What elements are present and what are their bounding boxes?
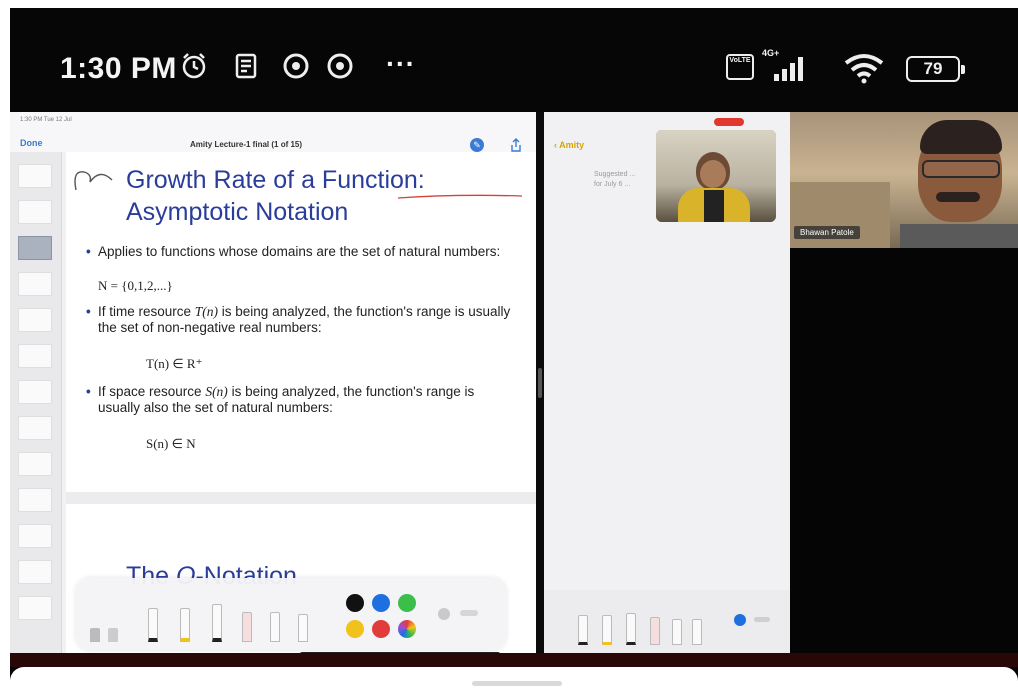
notes-markup-toolbar (544, 590, 790, 653)
bottom-sheet-handle[interactable] (472, 681, 562, 686)
pen-tool[interactable] (578, 615, 588, 645)
page-thumbnail[interactable] (18, 344, 52, 368)
red-underline-annotation (397, 194, 523, 199)
undo-icon[interactable] (90, 628, 100, 642)
bullet-2-math: T(n) ∈ R⁺ (146, 356, 203, 371)
page-thumbnail[interactable] (18, 452, 52, 476)
bullet-1-math: N = {0,1,2,...} (98, 278, 173, 293)
color-swatch-green[interactable] (398, 594, 416, 612)
signal-icon (774, 57, 803, 81)
participant-glasses (922, 160, 1000, 178)
redo-icon[interactable] (108, 628, 118, 642)
page-thumbnail[interactable] (18, 560, 52, 584)
recording-indicator (714, 118, 744, 126)
page-thumbnail[interactable] (18, 380, 52, 404)
handwritten-scribble (74, 171, 113, 191)
page-thumbnail[interactable] (18, 416, 52, 440)
document-toolbar: 1:30 PM Tue 12 Jul Done Amity Lecture-1 … (10, 112, 536, 152)
back-button[interactable]: ‹ Amity (554, 140, 584, 150)
highlighter-tool[interactable] (602, 615, 612, 645)
phone-screen: 1:30 PM ··· VoLTE 4G+ 79 1:30 PM Tue 12 … (10, 8, 1018, 693)
bullet-1: Applies to functions whose domains are t… (86, 244, 518, 260)
pip-person-shirt (704, 190, 724, 222)
status-bar: 1:30 PM ··· VoLTE 4G+ 79 (10, 8, 1018, 112)
ruler-tool[interactable] (692, 619, 702, 645)
split-view-handle[interactable] (538, 368, 542, 398)
slide-heading-line1: Growth Rate of a Function: (126, 166, 425, 194)
video-empty-area (790, 248, 1018, 653)
lasso-tool[interactable] (270, 612, 280, 642)
participant-name-tag: Bhawan Patole (794, 226, 860, 239)
bullet-3-variable: S(n) (205, 384, 228, 399)
document-title: Amity Lecture-1 final (1 of 15) (190, 140, 303, 149)
color-picker-icon[interactable] (398, 620, 416, 638)
status-time: 1:30 PM (60, 52, 177, 85)
bullet-2-variable: T(n) (194, 304, 219, 319)
more-options-icon[interactable] (460, 610, 478, 616)
page-thumbnail[interactable] (18, 596, 52, 620)
page-thumbnail[interactable] (18, 164, 52, 188)
pencil-tool[interactable] (212, 604, 222, 642)
alarm-icon (182, 53, 206, 79)
highlighter-tool[interactable] (180, 608, 190, 642)
more-options-icon[interactable] (754, 617, 770, 622)
pencil-tool[interactable] (626, 613, 636, 645)
page-thumbnail[interactable] (18, 308, 52, 332)
markup-toolbar (76, 578, 506, 650)
pip-person-face (700, 160, 726, 188)
bullet-2-text-a: If time resource (98, 304, 195, 319)
pen-tool[interactable] (148, 608, 158, 642)
page-thumbnail[interactable] (18, 200, 52, 224)
page-thumbnails-sidebar (10, 152, 62, 653)
wifi-icon (844, 54, 884, 84)
color-swatch-blue[interactable] (372, 594, 390, 612)
ipad-status-time: 1:30 PM Tue 12 Jul (20, 117, 72, 123)
notes-icon (235, 53, 257, 79)
done-button[interactable]: Done (20, 138, 43, 148)
page-thumbnail-current[interactable] (18, 236, 52, 260)
participant-mustache (936, 192, 980, 202)
add-tool-icon[interactable] (438, 608, 450, 620)
bullet-3-math: S(n) ∈ N (146, 436, 196, 451)
eraser-tool[interactable] (242, 612, 252, 642)
color-swatch-blue[interactable] (734, 614, 746, 626)
color-swatch-red[interactable] (372, 620, 390, 638)
volte-icon: VoLTE (726, 54, 754, 80)
color-swatch-yellow[interactable] (346, 620, 364, 638)
back-button-label: Amity (559, 140, 585, 150)
page-separator (66, 492, 536, 504)
page-thumbnail[interactable] (18, 272, 52, 296)
bullet-3: If space resource S(n) is being analyzed… (86, 384, 518, 416)
color-swatch-black[interactable] (346, 594, 364, 612)
ruler-tool[interactable] (298, 614, 308, 642)
notes-app: ‹ Amity Suggested ... for July 6 ... (544, 112, 790, 653)
bullet-1-text: Applies to functions whose domains are t… (98, 244, 501, 259)
slide-heading-line2: Asymptotic Notation (126, 198, 349, 226)
page-thumbnail[interactable] (18, 524, 52, 548)
document-viewer-app: 1:30 PM Tue 12 Jul Done Amity Lecture-1 … (10, 112, 536, 653)
chrome-icon (327, 53, 353, 79)
battery-indicator: 79 (906, 56, 965, 82)
suggested-text: Suggested ... for July 6 ... (594, 171, 636, 188)
lasso-tool[interactable] (672, 619, 682, 645)
eraser-tool[interactable] (650, 617, 660, 645)
slide-page: Growth Rate of a Function: Asymptotic No… (66, 152, 536, 492)
bullet-3-text-a: If space resource (98, 384, 206, 399)
picture-in-picture-video[interactable] (656, 130, 776, 222)
annotate-icon[interactable]: ✎ (470, 138, 484, 152)
participant-video[interactable]: Bhawan Patole (790, 112, 1018, 248)
share-icon[interactable] (510, 138, 522, 152)
participant-shirt (900, 224, 1018, 248)
participant-hair (920, 120, 1002, 154)
more-notifications-icon: ··· (386, 48, 416, 79)
bottom-edge (10, 653, 1018, 667)
bullet-2: If time resource T(n) is being analyzed,… (86, 304, 518, 336)
bottom-sheet[interactable] (10, 667, 1018, 693)
page-thumbnail[interactable] (18, 488, 52, 512)
chrome-icon (283, 53, 309, 79)
